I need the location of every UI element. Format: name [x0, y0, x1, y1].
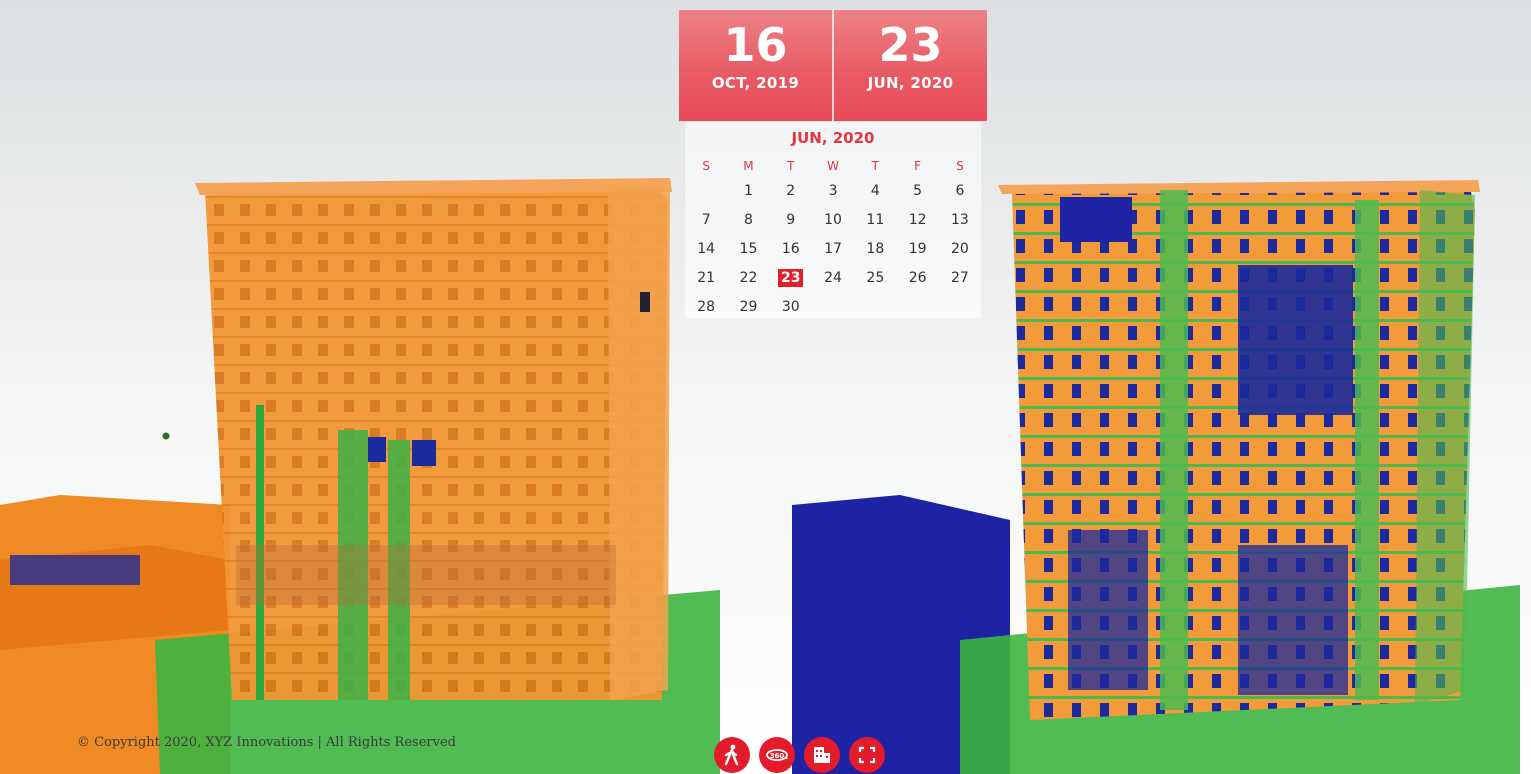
calendar-day-label: 13	[951, 212, 969, 228]
calendar-day-label: 10	[824, 212, 842, 228]
date-picker-calendar: JUN, 2020 S M T W T F S 1 2 3 4 5 6 7 8 9 10 11 12 13 14 15 16…	[685, 122, 981, 318]
end-day: 23	[878, 18, 943, 72]
calendar-day[interactable]: 24	[812, 264, 854, 293]
calendar-day-label: 23	[778, 269, 804, 287]
weekday-header: S	[956, 159, 964, 173]
calendar-day-label: 7	[701, 212, 711, 228]
calendar-month-title: JUN, 2020	[791, 129, 875, 147]
date-comparison-header: 16 OCT, 2019 23 JUN, 2020	[679, 10, 987, 121]
calendar-day-label: 20	[951, 241, 969, 257]
calendar-day-label: 5	[913, 183, 923, 199]
calendar-day[interactable]: 6	[939, 177, 981, 206]
calendar-day[interactable]: 4	[854, 177, 896, 206]
weekday-header: T	[871, 159, 879, 173]
weekday-header: M	[743, 159, 754, 173]
walk-mode-button[interactable]	[714, 737, 750, 773]
calendar-day[interactable]: 18	[854, 235, 896, 264]
calendar-day[interactable]: 30	[770, 293, 812, 322]
calendar-day[interactable]: 28	[685, 293, 727, 322]
calendar-day[interactable]: 17	[812, 235, 854, 264]
weekday-header: S	[702, 159, 710, 173]
calendar-day-label: 26	[908, 270, 927, 286]
calendar-day[interactable]: 29	[727, 293, 769, 322]
start-day: 16	[723, 18, 788, 72]
calendar-day-label: 22	[739, 270, 758, 286]
calendar-day-label: 8	[743, 212, 753, 228]
calendar-day-label: 11	[866, 212, 885, 228]
calendar-day[interactable]: 2	[770, 177, 812, 206]
building-icon	[814, 747, 830, 763]
calendar-day[interactable]: 20	[939, 235, 981, 264]
calendar-day-label: 21	[697, 270, 716, 286]
calendar-grid: S M T W T F S 1 2 3 4 5 6 7 8 9 10 11 12 13 14 15 16 17 18 19 20 21…	[685, 155, 981, 322]
calendar-day[interactable]: 10	[812, 206, 854, 235]
calendar-day[interactable]: 11	[854, 206, 896, 235]
end-date[interactable]: 23 JUN, 2020	[832, 10, 987, 121]
calendar-day-label: 30	[781, 299, 800, 315]
svg-text:360: 360	[770, 752, 785, 760]
calendar-day[interactable]: 12	[896, 206, 938, 235]
calendar-day[interactable]: 27	[939, 264, 981, 293]
calendar-day[interactable]: 3	[812, 177, 854, 206]
calendar-day-label: 4	[870, 183, 880, 199]
calendar-day[interactable]: 19	[896, 235, 938, 264]
fullscreen-button[interactable]	[849, 737, 885, 773]
end-month-year: JUN, 2020	[867, 74, 954, 92]
calendar-day[interactable]: 25	[854, 264, 896, 293]
360-view-button[interactable]: 360	[759, 737, 795, 773]
calendar-day[interactable]: 9	[770, 206, 812, 235]
calendar-day[interactable]: 13	[939, 206, 981, 235]
calendar-day[interactable]: 22	[727, 264, 769, 293]
calendar-day	[685, 177, 727, 206]
walk-icon	[724, 744, 739, 766]
calendar-day-label: 1	[743, 183, 753, 199]
calendar-day-label: 2	[786, 183, 796, 199]
calendar-day[interactable]: 26	[896, 264, 938, 293]
calendar-day-label: 9	[786, 212, 796, 228]
calendar-day[interactable]: 7	[685, 206, 727, 235]
calendar-day-label: 12	[908, 212, 927, 228]
360-view-icon: 360	[766, 749, 788, 761]
calendar-day-label: 3	[828, 183, 838, 199]
building-view-button[interactable]	[804, 737, 840, 773]
calendar-day[interactable]: 16	[770, 235, 812, 264]
calendar-day[interactable]: 8	[727, 206, 769, 235]
calendar-day-label: 17	[824, 241, 842, 257]
calendar-day-label: 16	[781, 241, 800, 257]
calendar-day[interactable]: 15	[727, 235, 769, 264]
weekday-header: W	[827, 159, 839, 173]
calendar-day-label: 6	[955, 183, 965, 199]
copyright-notice: © Copyright 2020, XYZ Innovations | All …	[77, 735, 456, 750]
calendar-day[interactable]: 21	[685, 264, 727, 293]
calendar-day-label: 14	[697, 241, 716, 257]
calendar-day-label: 24	[824, 270, 842, 286]
calendar-day-label: 18	[866, 241, 885, 257]
start-date[interactable]: 16 OCT, 2019	[679, 10, 832, 121]
calendar-day-label: 15	[739, 241, 758, 257]
calendar-day[interactable]: 5	[896, 177, 938, 206]
calendar-day-label: 29	[739, 299, 758, 315]
calendar-day-label: 19	[908, 241, 927, 257]
weekday-header: F	[914, 159, 922, 173]
calendar-day-label: 27	[951, 270, 969, 286]
viewer-toolbar: 360	[714, 737, 885, 773]
weekday-header: T	[787, 159, 795, 173]
calendar-day[interactable]: 14	[685, 235, 727, 264]
calendar-day-label: 25	[866, 270, 885, 286]
calendar-day-label: 28	[697, 299, 716, 315]
calendar-day-selected[interactable]: 23	[770, 264, 812, 293]
fullscreen-icon	[858, 746, 876, 764]
calendar-day[interactable]: 1	[727, 177, 769, 206]
start-month-year: OCT, 2019	[711, 74, 800, 92]
